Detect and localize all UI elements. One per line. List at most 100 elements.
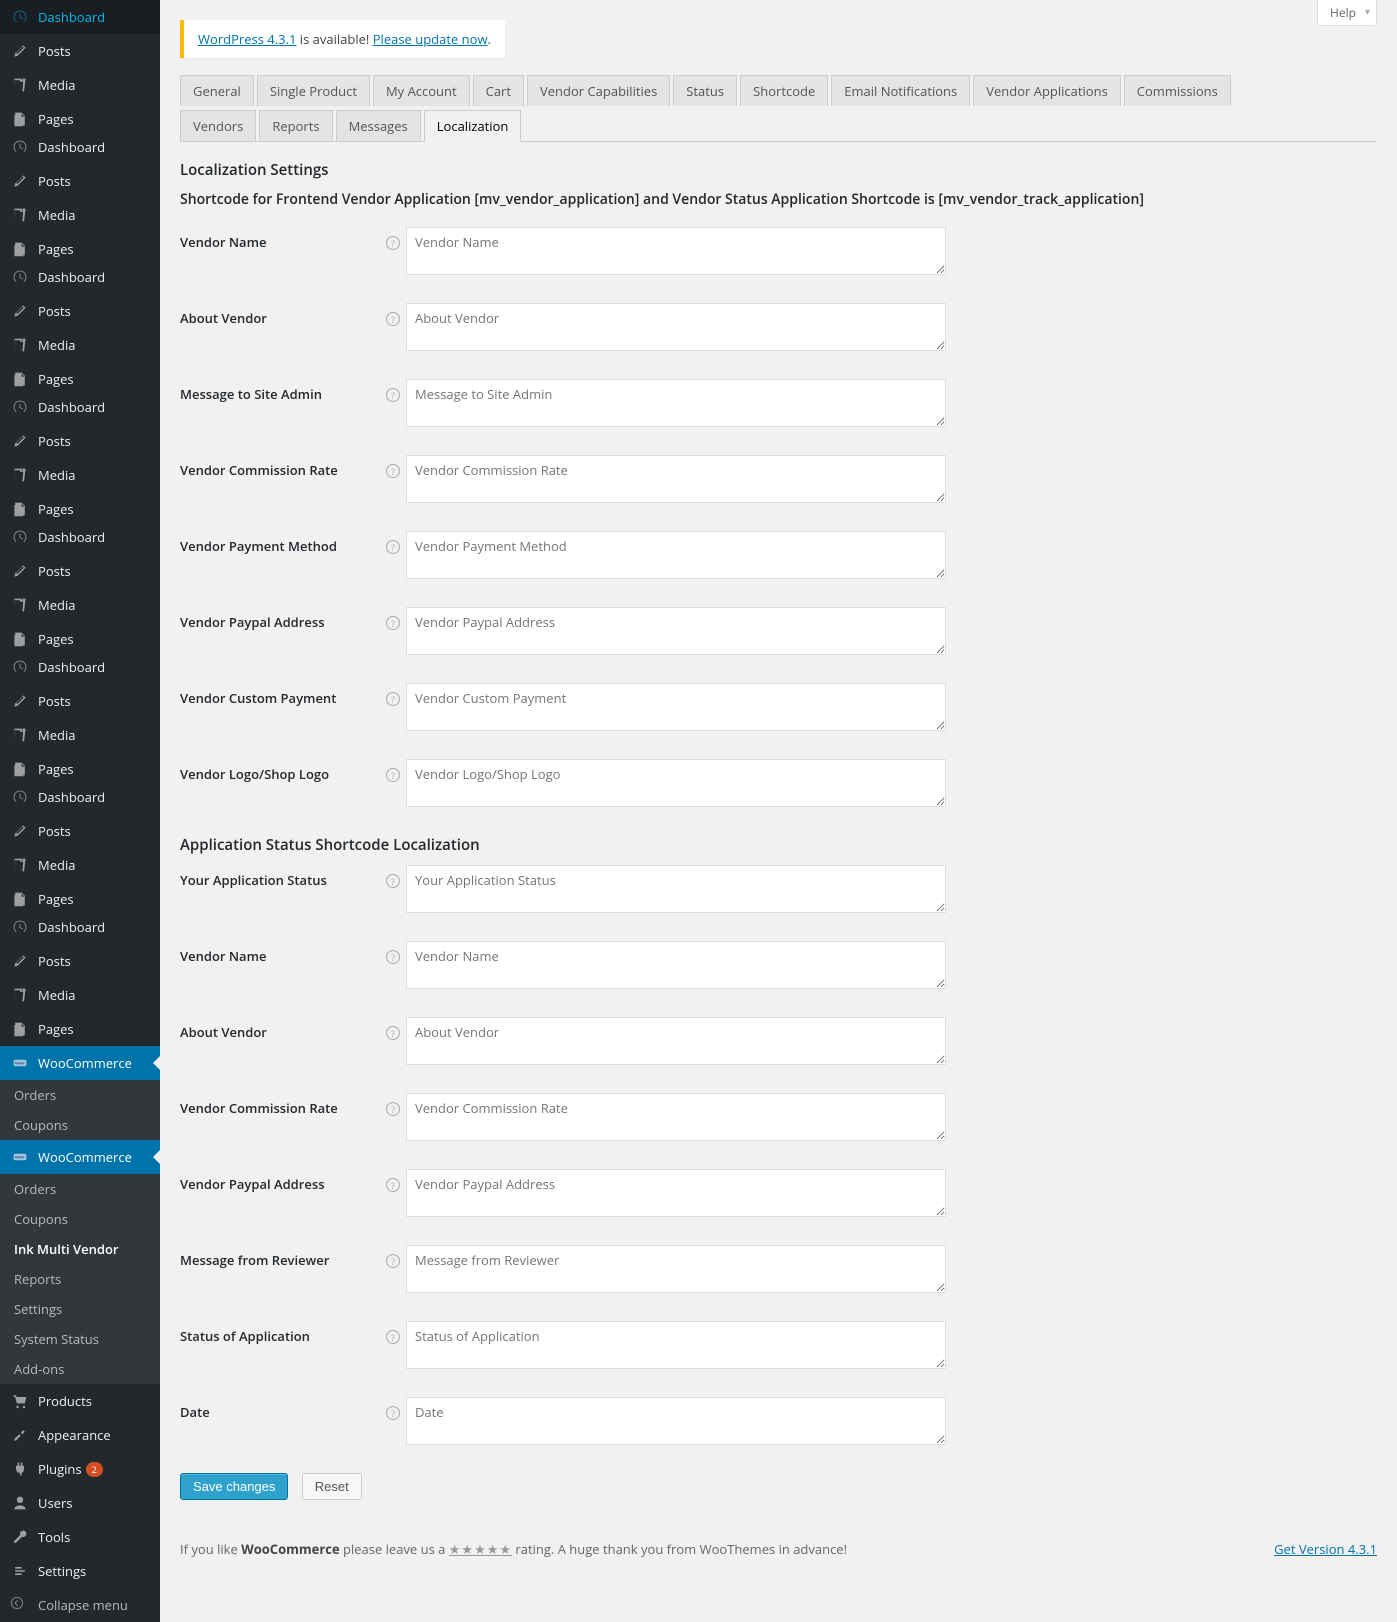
loc-input-6[interactable] (406, 683, 946, 731)
update-version-link[interactable]: WordPress 4.3.1 (198, 30, 296, 48)
help-icon[interactable]: ? (380, 683, 406, 707)
sidebar-item-posts[interactable]: Posts (0, 814, 160, 848)
sidebar-item-dashboard[interactable]: Dashboard (0, 910, 160, 944)
sidebar-item-label: Media (38, 596, 75, 614)
sidebar-item-products[interactable]: Products (0, 1384, 160, 1418)
tab-vendor-applications[interactable]: Vendor Applications (973, 75, 1121, 106)
sidebar-item-posts[interactable]: Posts (0, 34, 160, 68)
status-input-5[interactable] (406, 1245, 946, 1293)
tab-commissions[interactable]: Commissions (1124, 75, 1231, 106)
reset-button[interactable]: Reset (302, 1473, 362, 1500)
submenu-reports[interactable]: Reports (0, 1264, 160, 1294)
sidebar-item-posts[interactable]: Posts (0, 944, 160, 978)
sidebar-item-media[interactable]: Media (0, 978, 160, 1012)
tab-messages[interactable]: Messages (336, 110, 421, 141)
help-icon[interactable]: ? (380, 227, 406, 251)
help-icon[interactable]: ? (380, 1321, 406, 1345)
status-input-7[interactable] (406, 1397, 946, 1445)
status-input-1[interactable] (406, 941, 946, 989)
tab-shortcode[interactable]: Shortcode (740, 75, 828, 106)
loc-input-5[interactable] (406, 607, 946, 655)
help-icon[interactable]: ? (380, 455, 406, 479)
sidebar-item-posts[interactable]: Posts (0, 684, 160, 718)
footer-stars[interactable]: ★★★★★ (449, 1540, 512, 1558)
status-input-2[interactable] (406, 1017, 946, 1065)
form-row: About Vendor? (180, 303, 1377, 355)
tab-my-account[interactable]: My Account (373, 75, 470, 106)
help-icon[interactable]: ? (380, 1093, 406, 1117)
tab-single-product[interactable]: Single Product (257, 75, 370, 106)
sidebar-item-media[interactable]: Media (0, 588, 160, 622)
submenu-settings[interactable]: Settings (0, 1294, 160, 1324)
help-icon[interactable]: ? (380, 379, 406, 403)
update-now-link[interactable]: Please update now (373, 30, 488, 48)
status-input-4[interactable] (406, 1169, 946, 1217)
loc-input-3[interactable] (406, 455, 946, 503)
tab-cart[interactable]: Cart (473, 75, 524, 106)
tab-vendors[interactable]: Vendors (180, 110, 256, 141)
sidebar-item-posts[interactable]: Posts (0, 554, 160, 588)
help-icon[interactable]: ? (380, 759, 406, 783)
sidebar-item-dashboard[interactable]: Dashboard (0, 520, 160, 554)
tab-email-notifications[interactable]: Email Notifications (831, 75, 970, 106)
loc-input-0[interactable] (406, 227, 946, 275)
sidebar-item-posts[interactable]: Posts (0, 164, 160, 198)
submenu-system-status[interactable]: System Status (0, 1324, 160, 1354)
loc-input-2[interactable] (406, 379, 946, 427)
tab-status[interactable]: Status (673, 75, 737, 106)
submenu-ink-multi-vendor[interactable]: Ink Multi Vendor (0, 1234, 160, 1264)
help-icon[interactable]: ? (380, 1017, 406, 1041)
sidebar-woocommerce-1[interactable]: WooCommerce (0, 1046, 160, 1080)
sidebar-item-dashboard[interactable]: Dashboard (0, 260, 160, 294)
sidebar-item-posts[interactable]: Posts (0, 294, 160, 328)
help-icon[interactable]: ? (380, 1397, 406, 1421)
sidebar-item-media[interactable]: Media (0, 198, 160, 232)
sidebar-item-media[interactable]: Media (0, 458, 160, 492)
help-tab[interactable]: Help (1317, 0, 1377, 26)
sidebar-item-dashboard[interactable]: Dashboard (0, 650, 160, 684)
form-row: Vendor Paypal Address? (180, 607, 1377, 659)
submenu-coupons[interactable]: Coupons (0, 1110, 160, 1140)
help-icon[interactable]: ? (380, 531, 406, 555)
loc-input-7[interactable] (406, 759, 946, 807)
status-input-0[interactable] (406, 865, 946, 913)
submenu-coupons[interactable]: Coupons (0, 1204, 160, 1234)
sidebar-woocommerce-2[interactable]: WooCommerce (0, 1140, 160, 1174)
loc-input-1[interactable] (406, 303, 946, 351)
help-icon[interactable]: ? (380, 607, 406, 631)
sidebar-item-appearance[interactable]: Appearance (0, 1418, 160, 1452)
sidebar-item-label: Plugins (38, 1460, 82, 1478)
status-input-6[interactable] (406, 1321, 946, 1369)
tab-reports[interactable]: Reports (259, 110, 332, 141)
tab-vendor-capabilities[interactable]: Vendor Capabilities (527, 75, 670, 106)
sidebar-item-users[interactable]: Users (0, 1486, 160, 1520)
get-version-link[interactable]: Get Version 4.3.1 (1274, 1540, 1377, 1558)
help-icon[interactable]: ? (380, 941, 406, 965)
help-icon[interactable]: ? (380, 303, 406, 327)
sidebar-item-tools[interactable]: Tools (0, 1520, 160, 1554)
submenu-orders[interactable]: Orders (0, 1174, 160, 1204)
collapse-menu[interactable]: Collapse menu (0, 1588, 160, 1622)
sidebar-item-media[interactable]: Media (0, 718, 160, 752)
sidebar-item-dashboard[interactable]: Dashboard (0, 780, 160, 814)
submenu-add-ons[interactable]: Add-ons (0, 1354, 160, 1384)
sidebar-item-plugins[interactable]: Plugins2 (0, 1452, 160, 1486)
status-input-3[interactable] (406, 1093, 946, 1141)
save-button[interactable]: Save changes (180, 1473, 288, 1500)
sidebar-item-media[interactable]: Media (0, 68, 160, 102)
tab-localization[interactable]: Localization (424, 110, 522, 142)
sidebar-item-media[interactable]: Media (0, 328, 160, 362)
submenu-orders[interactable]: Orders (0, 1080, 160, 1110)
sidebar-item-media[interactable]: Media (0, 848, 160, 882)
help-icon[interactable]: ? (380, 1169, 406, 1193)
sidebar-item-settings[interactable]: Settings (0, 1554, 160, 1588)
sidebar-item-posts[interactable]: Posts (0, 424, 160, 458)
sidebar-item-pages[interactable]: Pages (0, 1012, 160, 1046)
help-icon[interactable]: ? (380, 1245, 406, 1269)
sidebar-item-dashboard[interactable]: Dashboard (0, 130, 160, 164)
tab-general[interactable]: General (180, 75, 254, 106)
sidebar-item-dashboard[interactable]: Dashboard (0, 390, 160, 424)
help-icon[interactable]: ? (380, 865, 406, 889)
sidebar-item-dashboard[interactable]: Dashboard (0, 0, 160, 34)
loc-input-4[interactable] (406, 531, 946, 579)
